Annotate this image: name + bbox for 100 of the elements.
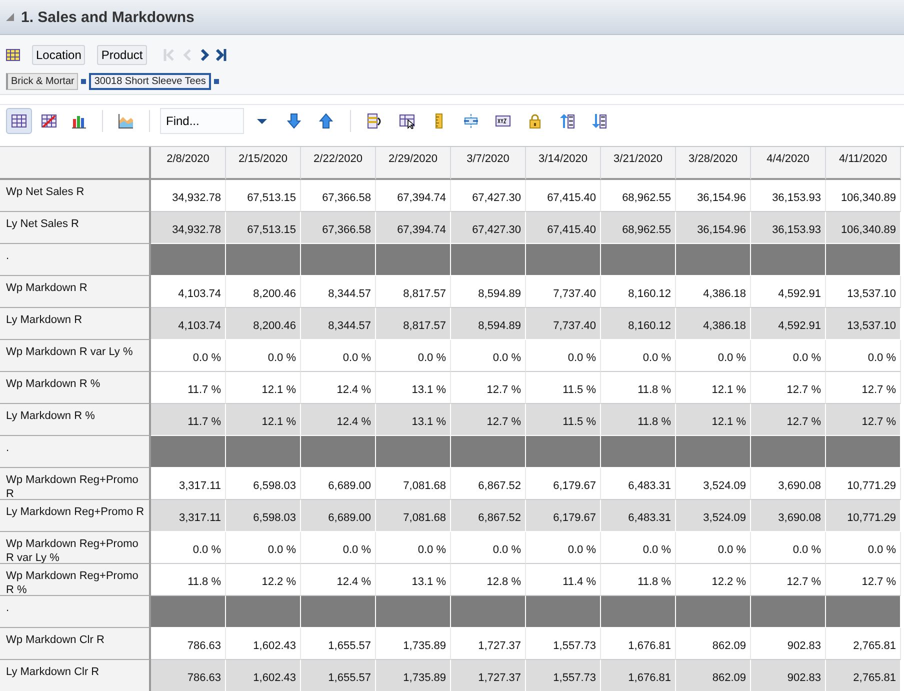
sort-descending-icon[interactable] [591,112,607,128]
table-cell: 0.0 % [301,340,376,372]
table-cell: 1,557.73 [526,660,601,691]
table-cell: 13,537.10 [826,276,901,308]
table-cell: 12.2 % [226,564,301,596]
table-cell: 0.0 % [376,532,451,564]
table-cell: 13.1 % [376,372,451,404]
table-cell: 8,594.89 [451,276,526,308]
table-cell: 11.8 % [601,372,676,404]
row-label: Wp Markdown R var Ly % [0,340,151,372]
table-cell: 6,179.67 [526,468,601,500]
table-cell: 67,394.74 [376,212,451,244]
table-cell: 8,594.89 [451,308,526,340]
table-cell: 0.0 % [526,340,601,372]
collapse-icon[interactable] [6,13,14,21]
breadcrumb[interactable]: 30018 Short Sleeve Tees [89,73,211,90]
table-cell: 4,592.91 [751,308,826,340]
table-cell: 0.0 % [751,532,826,564]
table-cell: 8,817.57 [376,276,451,308]
column-header[interactable]: 2/15/2020 [226,147,301,180]
table-cell: 1,655.57 [301,628,376,660]
table-cell: 8,817.57 [376,308,451,340]
table-cell: 8,200.46 [226,308,301,340]
table-cell: 0.0 % [676,340,751,372]
dimension-button[interactable]: Location [32,45,86,65]
table-cell: 13.1 % [376,564,451,596]
table-cell: 6,867.52 [451,500,526,532]
table-cell: 4,386.18 [676,308,751,340]
split-icon[interactable] [463,112,479,128]
table-cell: 1,602.43 [226,660,301,691]
table-cell: 12.7 % [826,372,901,404]
dimension-button[interactable]: Product [97,45,147,65]
column-header[interactable]: 3/14/2020 [526,147,601,180]
sort-ascending-icon[interactable] [559,112,575,128]
table-select-icon[interactable] [399,112,415,128]
column-swap-icon[interactable] [367,112,383,128]
table-cell: 13.1 % [376,404,451,436]
table-cell: 3,690.08 [751,468,826,500]
column-header[interactable]: 2/22/2020 [301,147,376,180]
table-cell: 8,344.57 [301,308,376,340]
row-label: Ly Net Sales R [0,212,151,244]
table-cell: 1,676.81 [601,628,676,660]
table-cell: 4,103.74 [151,308,226,340]
table-cell: 11.4 % [526,564,601,596]
table-cell: 6,179.67 [526,500,601,532]
table-cell: 8,160.12 [601,308,676,340]
column-header[interactable]: 4/11/2020 [826,147,901,180]
table-cell: 8,200.46 [226,276,301,308]
table-cell: 10,771.29 [826,500,901,532]
table-cell: 67,427.30 [451,180,526,212]
arrow-down-icon[interactable] [286,112,302,128]
lock-icon[interactable] [527,112,543,128]
table-cell: 1,727.37 [451,628,526,660]
table-cell: 6,483.31 [601,468,676,500]
label-icon[interactable] [495,112,511,128]
table-cell: 1,676.81 [601,660,676,691]
table-cell: 6,598.03 [226,468,301,500]
column-header[interactable]: 3/7/2020 [451,147,526,180]
table-cell: 0.0 % [826,532,901,564]
table-cell: 36,153.93 [751,180,826,212]
area-chart-icon [118,112,134,128]
view-button[interactable] [6,108,32,134]
column-header[interactable]: 4/4/2020 [751,147,826,180]
table-cell: 0.0 % [151,340,226,372]
last-page-icon[interactable] [214,47,228,63]
table-cell: 0.0 % [601,532,676,564]
table-cell: 11.5 % [526,404,601,436]
table-cell: 11.8 % [151,564,226,596]
breadcrumb[interactable]: Brick & Mortar [6,73,78,90]
table-cell: 12.1 % [676,404,751,436]
table-cell: 67,415.40 [526,212,601,244]
table-cell: 12.7 % [751,564,826,596]
row-label: Wp Markdown R [0,276,151,308]
table-cell: 12.7 % [451,404,526,436]
table-cell: 3,524.09 [676,468,751,500]
table-cell: 7,081.68 [376,500,451,532]
table-cell: 12.4 % [301,564,376,596]
column-header[interactable]: 3/21/2020 [601,147,676,180]
table-cell: 6,689.00 [301,500,376,532]
table-cell: 67,513.15 [226,212,301,244]
row-label: Wp Markdown Reg+Promo R var Ly % [0,532,151,564]
row-label: Ly Markdown Reg+Promo R [0,500,151,532]
separator-icon [81,79,86,84]
table-cell: 3,524.09 [676,500,751,532]
table-cell: 12.7 % [751,404,826,436]
find-field[interactable]: Find... [160,108,244,134]
table-cell: 0.0 % [676,532,751,564]
table-cell: 11.8 % [601,404,676,436]
column-header[interactable]: 3/28/2020 [676,147,751,180]
table-cell: 0.0 % [151,532,226,564]
table-cell: 36,153.93 [751,212,826,244]
column-header[interactable]: 2/8/2020 [151,147,226,180]
table-cell: 12.2 % [676,564,751,596]
table-cell: 12.4 % [301,404,376,436]
arrow-up-icon[interactable] [318,112,334,128]
column-header[interactable]: 2/29/2020 [376,147,451,180]
table-cell: 8,344.57 [301,276,376,308]
table-cell: 11.5 % [526,372,601,404]
table-cell: 0.0 % [376,340,451,372]
table-cell: 3,690.08 [751,500,826,532]
